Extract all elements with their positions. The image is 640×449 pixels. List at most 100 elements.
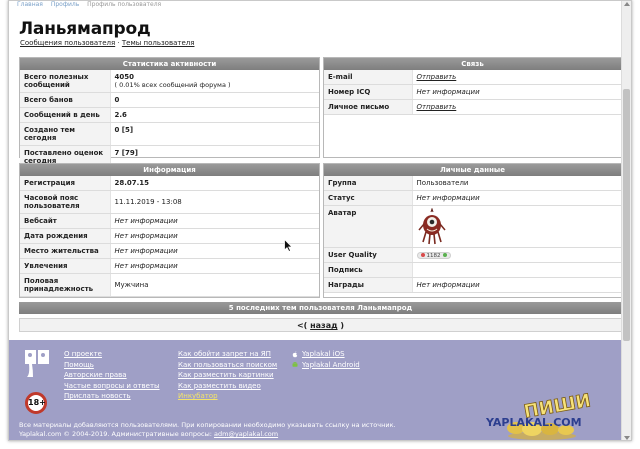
row-label: User Quality — [324, 247, 413, 263]
back-suffix: ) — [340, 321, 345, 330]
table-row: User Quality 1182 — [324, 247, 621, 263]
row-value: 7 [79] — [114, 149, 138, 157]
user-topics-link[interactable]: Темы пользователя — [122, 39, 195, 47]
browser-window: Главная Профиль Профиль пользователя Лан… — [8, 0, 632, 441]
table-row: Увлечения Нет информации — [20, 258, 319, 274]
info-header: Информация — [20, 164, 319, 176]
site-logo-icon[interactable] — [23, 348, 53, 378]
personal-panel: Личные данные Группа Пользователи Статус… — [323, 163, 622, 298]
footer-link-android[interactable]: Yaplakal Android — [302, 360, 360, 371]
row-value: 0 [5] — [114, 126, 134, 134]
row-value: 4050 — [114, 73, 134, 81]
table-row: Статус Нет информации — [324, 190, 621, 206]
row-value: Нет информации — [110, 258, 319, 274]
info-panel: Информация Регистрация 28.07.15 Часовой … — [19, 163, 320, 298]
table-row: Всего полезных сообщений 4050( 0.01% все… — [20, 70, 319, 93]
row-value: Пользователи — [412, 176, 621, 191]
user-quality-value: 1182 — [426, 253, 441, 259]
yaplakal-watermark-logo: ПИШИ YAPLAKAL.COM — [485, 390, 593, 440]
row-value: Нет информации — [110, 213, 319, 229]
age-restriction-badge: 18+ — [25, 392, 47, 414]
table-row: Номер ICQ Нет информации — [324, 84, 621, 100]
breadcrumb: Главная Профиль Профиль пользователя — [17, 1, 167, 9]
row-label: Создано тем сегодня — [20, 122, 111, 146]
row-value: 2.6 — [114, 111, 127, 119]
row-value: Нет информации — [412, 277, 621, 293]
row-label: Статус — [324, 190, 413, 206]
table-row: Награды Нет информации — [324, 277, 621, 293]
table-row: Вебсайт Нет информации — [20, 213, 319, 229]
table-row: Дата рождения Нет информации — [20, 228, 319, 244]
footer-col-apps: Yaplakal iOS Yaplakal Android — [292, 349, 360, 370]
row-label: Всего полезных сообщений — [20, 70, 111, 93]
breadcrumb-home[interactable]: Главная — [17, 1, 43, 8]
contact-panel: Связь E-mail Отправить Номер ICQ Нет инф… — [323, 57, 622, 158]
last-topics-header: 5 последних тем пользователя Ланьямапрод — [19, 302, 622, 314]
back-bar: <( назад ) — [19, 318, 622, 332]
row-label: Половая принадлежность — [20, 273, 111, 297]
footer-link-about[interactable]: О проекте — [64, 349, 160, 360]
send-email-link[interactable]: Отправить — [417, 73, 457, 81]
row-label: Вебсайт — [20, 213, 111, 229]
row-label: Регистрация — [20, 176, 111, 191]
links-separator: · — [117, 39, 120, 47]
row-label: E-mail — [324, 70, 413, 85]
footer-email-link[interactable]: adm@yaplakal.com — [214, 430, 278, 438]
scroll-down-arrow-icon[interactable] — [624, 436, 630, 440]
plus-icon[interactable] — [442, 253, 447, 257]
breadcrumb-profile[interactable]: Профиль — [51, 1, 79, 8]
mouse-cursor-icon — [284, 239, 293, 252]
table-row: Регистрация 28.07.15 — [20, 176, 319, 191]
footer-col-about: О проекте Помощь Авторские права Частые … — [64, 349, 160, 402]
breadcrumb-current: Профиль пользователя — [87, 1, 162, 8]
footer-link-faq[interactable]: Частые вопросы и ответы — [64, 381, 160, 392]
table-row: Создано тем сегодня 0 [5] — [20, 122, 319, 146]
row-label: Номер ICQ — [324, 84, 413, 100]
activity-header: Статистика активности — [20, 58, 319, 70]
row-value: Мужчина — [110, 273, 319, 297]
table-row: Сообщений в день 2.6 — [20, 107, 319, 123]
footer-link-copyright[interactable]: Авторские права — [64, 370, 160, 381]
table-row: Всего банов 0 — [20, 92, 319, 108]
row-value — [412, 262, 621, 278]
footer-link-post-images[interactable]: Как разместить картинки — [178, 370, 277, 381]
row-value: Нет информации — [412, 84, 621, 100]
footer-link-ios[interactable]: Yaplakal iOS — [302, 349, 345, 360]
row-label: Всего банов — [20, 92, 111, 108]
footer-link-search-help[interactable]: Как пользоваться поиском — [178, 360, 277, 371]
android-icon — [292, 362, 298, 368]
back-prefix: <( — [296, 321, 308, 330]
footer-copyright-line: Yaplakal.com © 2004-2019. Административн… — [19, 430, 396, 439]
row-label: Увлечения — [20, 258, 111, 274]
row-label: Аватар — [324, 205, 413, 248]
row-label: Личное письмо — [324, 99, 413, 115]
footer-link-post-video[interactable]: Как разместить видео — [178, 381, 277, 392]
app-android-item: Yaplakal Android — [292, 360, 360, 371]
row-note: ( 0.01% всех сообщений форума ) — [114, 81, 231, 89]
profile-links: Сообщения пользователя · Темы пользовате… — [20, 39, 194, 47]
minus-icon[interactable] — [420, 253, 425, 257]
row-label: Подпись — [324, 262, 413, 278]
user-messages-link[interactable]: Сообщения пользователя — [20, 39, 115, 47]
back-link[interactable]: назад — [310, 321, 337, 330]
footer-link-send-news[interactable]: Прислать новость — [64, 391, 160, 402]
footer-link-help[interactable]: Помощь — [64, 360, 160, 371]
page-title: Ланьямапрод — [19, 19, 151, 39]
table-row: Личное письмо Отправить — [324, 99, 621, 115]
footer-legal: Все материалы добавляются пользователями… — [19, 421, 396, 439]
vertical-scrollbar[interactable] — [621, 1, 631, 440]
scroll-up-arrow-icon[interactable] — [624, 2, 630, 6]
table-row: Половая принадлежность Мужчина — [20, 273, 319, 297]
footer-link-bypass-ban[interactable]: Как обойти запрет на ЯП — [178, 349, 277, 360]
send-private-message-link[interactable]: Отправить — [417, 103, 457, 111]
table-row: Место жительства Нет информации — [20, 243, 319, 259]
contact-header: Связь — [324, 58, 621, 70]
scroll-thumb[interactable] — [623, 89, 630, 341]
row-value: 0 — [114, 96, 120, 104]
row-label: Дата рождения — [20, 228, 111, 244]
table-row: Группа Пользователи — [324, 176, 621, 191]
footer-link-incubator[interactable]: Инкубатор — [178, 391, 277, 402]
row-label: Сообщений в день — [20, 107, 111, 123]
row-label: Часовой пояс пользователя — [20, 190, 111, 214]
app-ios-item: Yaplakal iOS — [292, 349, 360, 360]
